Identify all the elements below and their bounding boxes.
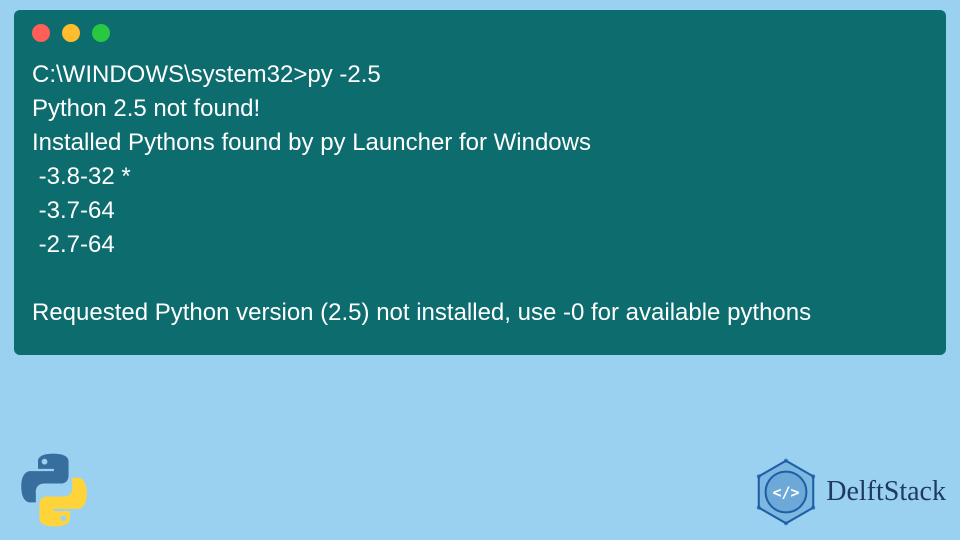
output-line: Requested Python version (2.5) not insta… xyxy=(32,296,928,330)
command-text: py -2.5 xyxy=(307,61,380,88)
prompt-line: C:\WINDOWS\system32>py -2.5 xyxy=(32,58,928,92)
output-line: Python 2.5 not found! xyxy=(32,92,928,126)
svg-text:</>: </> xyxy=(773,483,800,501)
output-line: -3.7-64 xyxy=(32,194,928,228)
delftstack-logo-icon: </> xyxy=(752,458,820,526)
terminal-output: C:\WINDOWS\system32>py -2.5 Python 2.5 n… xyxy=(32,58,928,331)
minimize-icon[interactable] xyxy=(62,24,80,42)
blank-line xyxy=(32,262,928,296)
output-line: -2.7-64 xyxy=(32,228,928,262)
output-line: -3.8-32 * xyxy=(32,160,928,194)
maximize-icon[interactable] xyxy=(92,24,110,42)
prompt-text: C:\WINDOWS\system32> xyxy=(32,61,307,88)
close-icon[interactable] xyxy=(32,24,50,42)
brand-name: DelftStack xyxy=(826,476,946,508)
delftstack-branding: </> DelftStack xyxy=(752,458,946,526)
python-logo-icon xyxy=(14,450,94,530)
output-line: Installed Pythons found by py Launcher f… xyxy=(32,126,928,160)
terminal-window: C:\WINDOWS\system32>py -2.5 Python 2.5 n… xyxy=(14,10,946,355)
window-controls xyxy=(32,24,928,42)
